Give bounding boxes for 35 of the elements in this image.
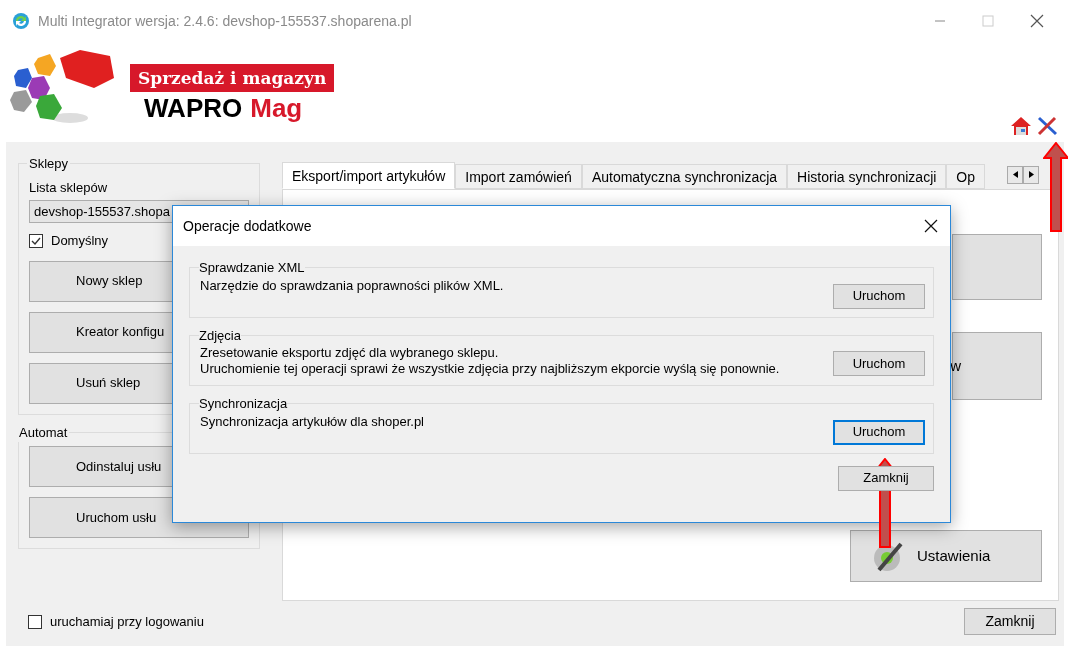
window-title: Multi Integrator wersja: 2.4.6: devshop-155537.shoparena.pl (38, 11, 412, 31)
run-button[interactable]: Uruchom (833, 351, 925, 376)
close-button[interactable]: Zamknij (964, 608, 1056, 635)
tools-icon[interactable] (1036, 116, 1058, 136)
settings-button[interactable]: Ustawienia (850, 530, 1042, 582)
tab[interactable]: Historia synchronizacji (787, 164, 947, 189)
checkbox-label: Domyślny (51, 232, 109, 250)
run-button[interactable]: Uruchom (833, 283, 925, 309)
tab[interactable]: Op (946, 164, 986, 189)
tab[interactable]: Automatyczna synchronizacja (581, 164, 788, 189)
section-description: Synchronizacja artykułów dla shoper.pl (200, 413, 424, 430)
logo-tagline: Sprzedaż i magazyn (130, 64, 335, 92)
tab-scroll-right-button[interactable] (1023, 165, 1039, 184)
default-checkbox[interactable] (29, 233, 43, 248)
close-icon[interactable] (1030, 14, 1044, 28)
group-title: Automat (18, 423, 69, 442)
app-sync-icon (12, 12, 30, 30)
tab-scroll-left-button[interactable] (1007, 165, 1023, 184)
annotation-arrow-icon (1043, 142, 1068, 232)
checkbox-label: uruchamiaj przy logowaniu (50, 612, 204, 631)
section-title: Zdjęcia (199, 326, 241, 345)
startup-checkbox[interactable] (28, 614, 42, 629)
logo-product: Mag (250, 92, 303, 124)
close-icon[interactable] (924, 219, 938, 233)
run-button[interactable]: Uruchom (833, 419, 925, 445)
dialog-close-button[interactable]: Zamknij (838, 465, 934, 491)
group-title: Sklepy (28, 155, 70, 173)
tab[interactable]: Eksport/import artykułów (282, 162, 456, 189)
panel-button[interactable]: w (952, 332, 1042, 400)
home-icon[interactable] (1010, 116, 1032, 136)
tab[interactable]: Import zamówień (455, 164, 582, 189)
field-label: Lista sklepów (29, 178, 109, 197)
left-icon (1012, 171, 1018, 178)
logo-brand: WAPRO (144, 92, 243, 124)
right-icon (1028, 171, 1034, 178)
